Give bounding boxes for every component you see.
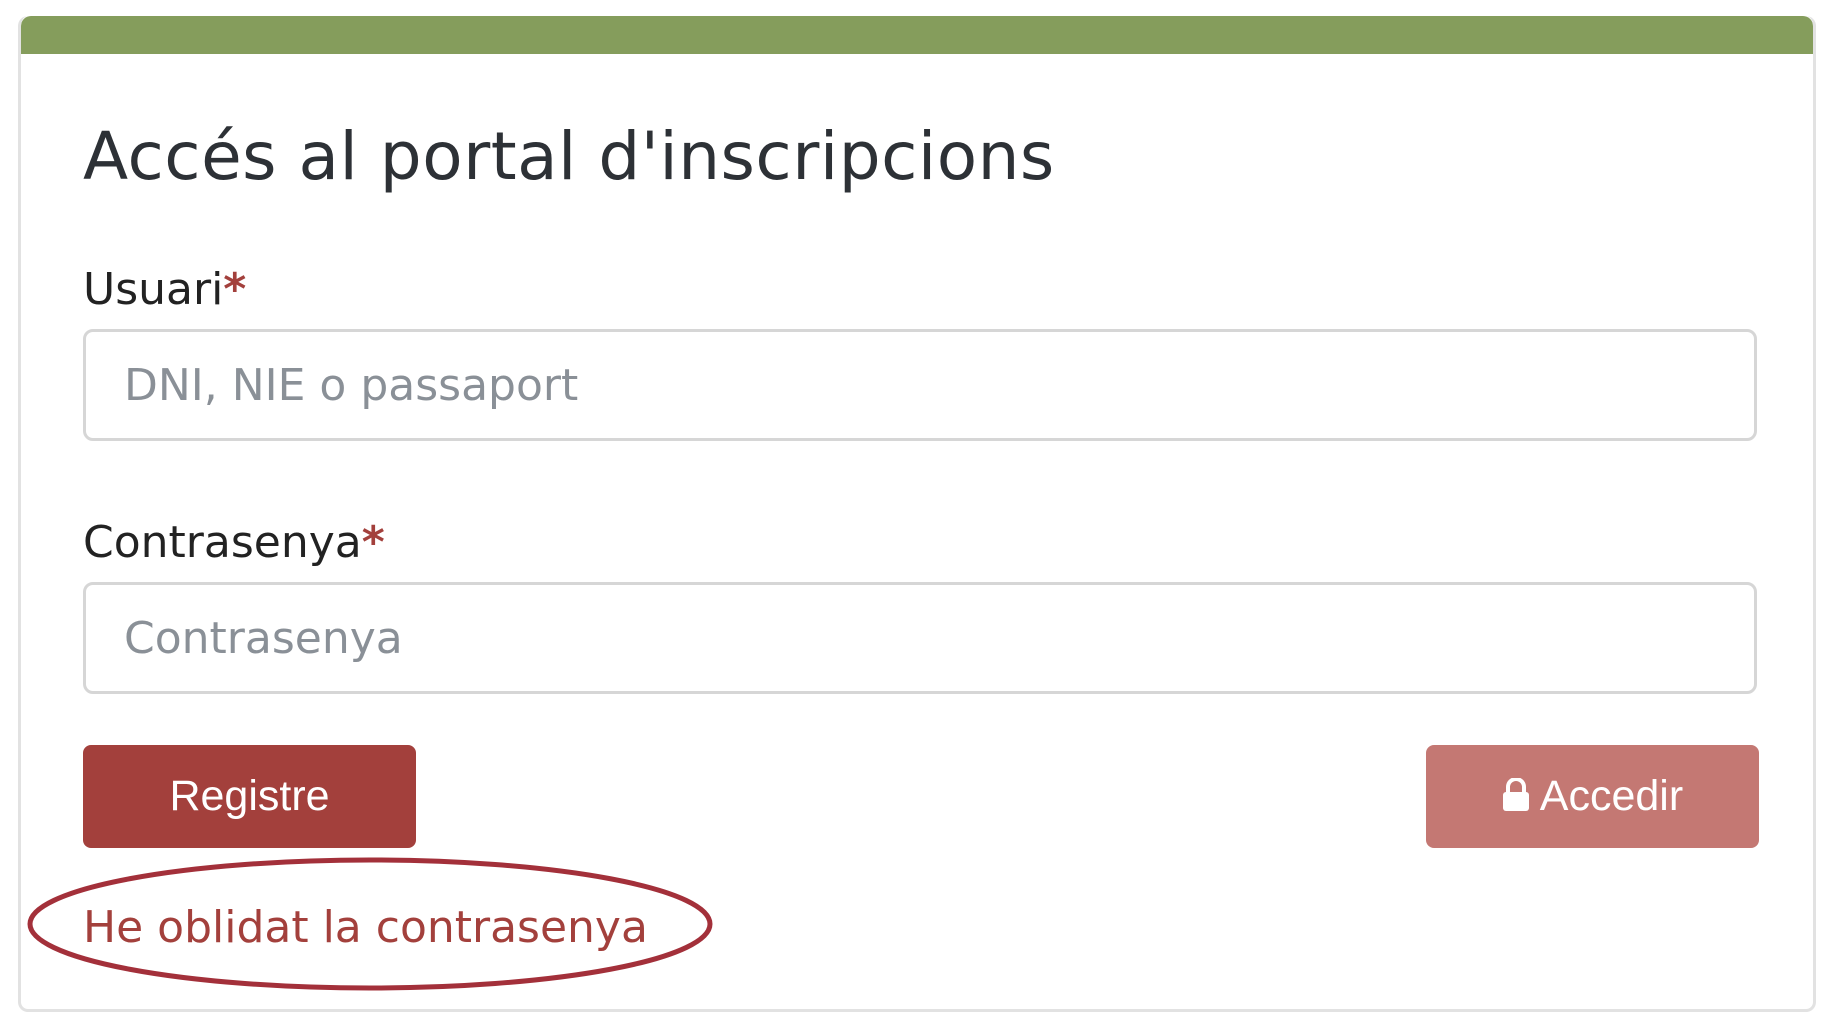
- lock-icon: [1502, 777, 1529, 811]
- page-title: Accés al portal d'inscripcions: [83, 118, 1055, 195]
- register-button[interactable]: Registre: [83, 745, 416, 848]
- username-input[interactable]: [83, 329, 1757, 441]
- password-label: Contrasenya*: [83, 521, 385, 565]
- required-asterisk: *: [361, 517, 385, 568]
- login-button[interactable]: Accedir: [1426, 745, 1759, 848]
- username-label-text: Usuari: [83, 264, 224, 315]
- required-asterisk: *: [223, 264, 247, 315]
- login-button-label: Accedir: [1539, 772, 1684, 820]
- password-label-text: Contrasenya: [83, 517, 362, 568]
- password-input[interactable]: [83, 582, 1757, 694]
- username-label: Usuari*: [83, 268, 246, 312]
- card-header-bar: [21, 16, 1813, 54]
- forgot-password-link[interactable]: He oblidat la contrasenya: [83, 906, 648, 950]
- login-card: Accés al portal d'inscripcions Usuari* C…: [18, 16, 1816, 1012]
- register-button-label: Registre: [169, 772, 330, 820]
